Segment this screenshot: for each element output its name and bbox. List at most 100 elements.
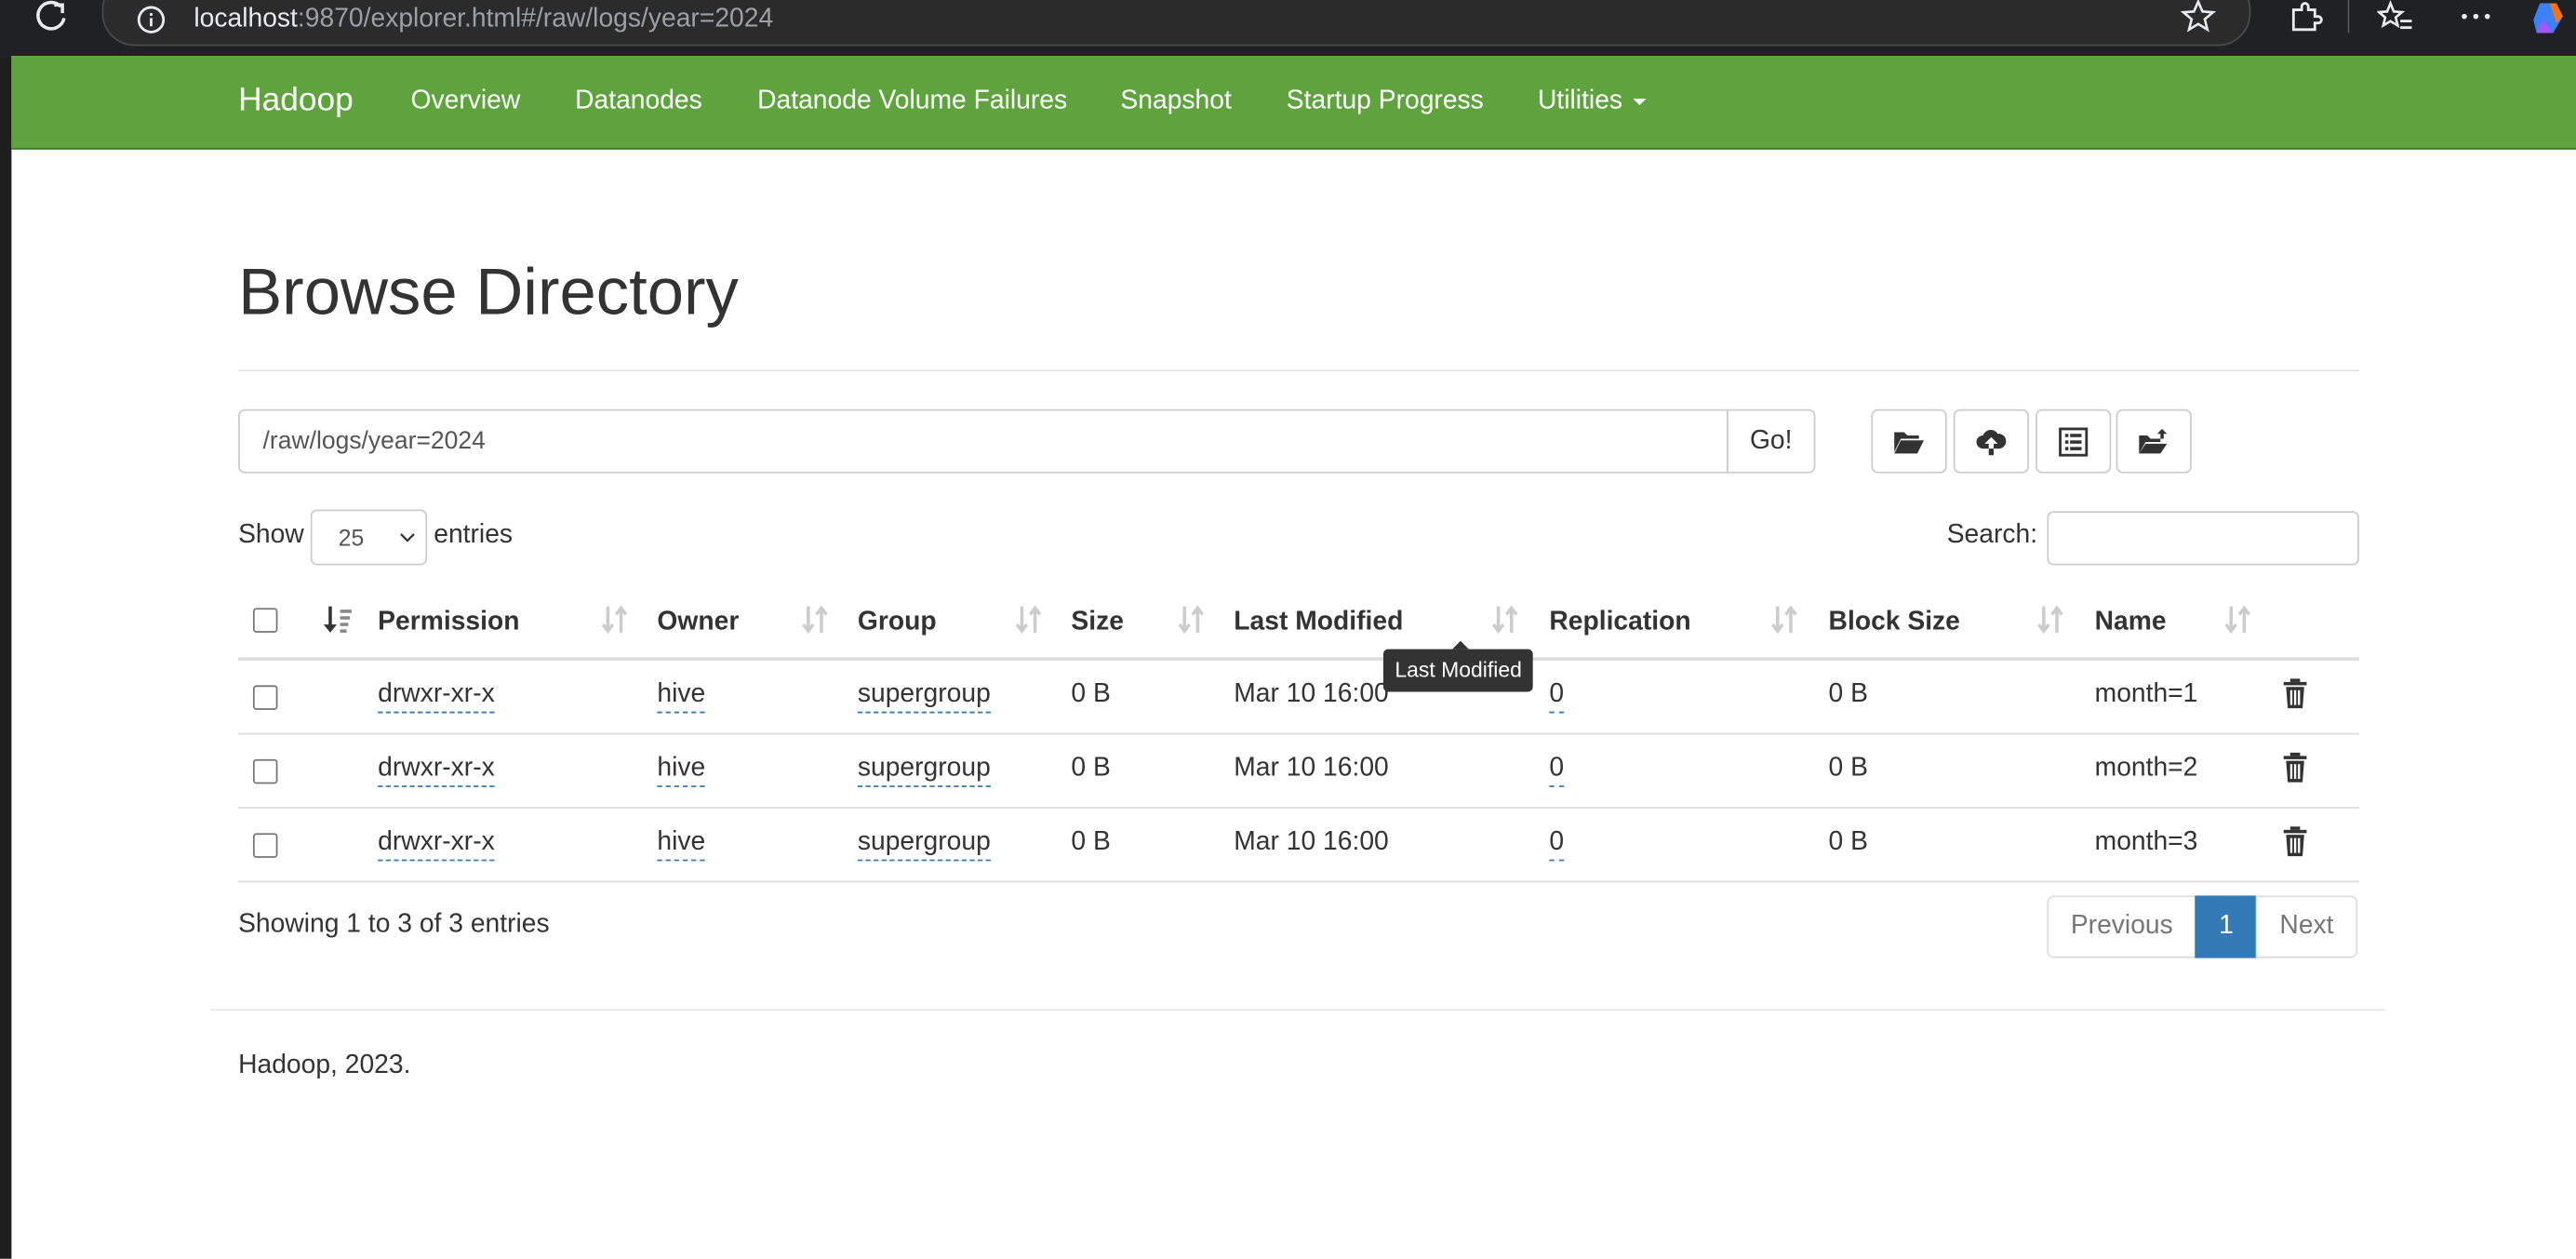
sort-both-icon[interactable] — [1176, 603, 1206, 636]
page-title: Browse Directory — [238, 256, 739, 329]
group-cell[interactable]: supergroup — [857, 828, 991, 862]
brand-link[interactable]: Hadoop — [238, 82, 354, 120]
size-cell: 0 B — [1071, 680, 1111, 709]
cut-paste-button[interactable] — [2035, 409, 2112, 474]
entries-select-value: 25 — [338, 524, 365, 551]
group-cell[interactable]: supergroup — [857, 680, 991, 714]
trash-icon[interactable] — [2282, 751, 2308, 784]
sort-both-icon[interactable] — [1014, 603, 1044, 636]
column-header-permission[interactable]: Permission — [378, 608, 519, 637]
row-checkbox[interactable] — [252, 685, 278, 710]
replication-cell[interactable]: 0 — [1549, 755, 1565, 787]
entries-per-page-select[interactable]: 25 — [310, 509, 428, 566]
search-label: Search: — [1946, 520, 2038, 549]
url-text[interactable]: localhost:9870/explorer.html#/raw/logs/y… — [194, 5, 773, 34]
reload-icon[interactable] — [33, 0, 69, 36]
entries-label: entries — [434, 520, 514, 549]
caret-down-icon — [1632, 98, 1646, 105]
nav-datanodes[interactable]: Datanodes — [575, 87, 702, 117]
cloud-upload-icon — [1976, 429, 2007, 455]
sort-amount-icon[interactable] — [323, 603, 354, 636]
nav-utilities-dropdown[interactable]: Utilities — [1538, 87, 1646, 117]
tooltip: Last Modified — [1382, 640, 1534, 692]
window-edge — [0, 56, 12, 1259]
column-header-group[interactable]: Group — [858, 608, 937, 637]
footer-text: Hadoop, 2023. — [238, 1051, 411, 1080]
pagination: Previous 1 Next — [2047, 895, 2358, 958]
sort-both-icon[interactable] — [2035, 603, 2065, 636]
create-directory-button[interactable] — [1871, 409, 1947, 474]
permission-cell[interactable]: drwxr-xr-x — [378, 680, 495, 714]
trash-icon[interactable] — [2282, 825, 2308, 858]
sort-both-icon[interactable] — [800, 603, 830, 636]
footer-divider — [210, 1009, 2386, 1011]
chevron-down-icon — [400, 533, 415, 542]
owner-cell[interactable]: hive — [657, 755, 706, 787]
name-link[interactable]: month=1 — [2095, 680, 2198, 710]
sort-both-icon[interactable] — [600, 603, 630, 636]
upload-files-button[interactable] — [1953, 409, 2030, 474]
url-host: localhost — [194, 5, 298, 33]
block-size-cell: 0 B — [1828, 754, 1868, 783]
column-header-block-size[interactable]: Block Size — [1829, 608, 1960, 637]
column-header-size[interactable]: Size — [1071, 608, 1124, 637]
column-header-name[interactable]: Name — [2095, 608, 2167, 637]
row-checkbox[interactable] — [252, 833, 278, 858]
folder-open-icon — [1894, 431, 1924, 453]
permission-cell[interactable]: drwxr-xr-x — [378, 828, 495, 862]
search-input[interactable] — [2047, 511, 2359, 566]
more-options-icon[interactable] — [2458, 0, 2494, 36]
nav-datanode-volume-failures[interactable]: Datanode Volume Failures — [757, 87, 1067, 117]
size-cell: 0 B — [1071, 828, 1111, 857]
owner-cell[interactable]: hive — [657, 680, 706, 714]
select-all-checkbox[interactable] — [252, 608, 278, 633]
folder-paste-icon — [2139, 428, 2168, 453]
browser-toolbar: localhost:9870/explorer.html#/raw/logs/y… — [0, 0, 2576, 57]
column-header-owner[interactable]: Owner — [657, 608, 739, 637]
paste-button[interactable] — [2116, 409, 2192, 474]
site-info-icon[interactable] — [137, 5, 167, 34]
table-row: drwxr-xr-x hive supergroup 0 B Mar 10 16… — [238, 809, 2359, 883]
nav-utilities-label: Utilities — [1537, 87, 1623, 115]
trash-icon[interactable] — [2282, 677, 2308, 710]
name-link[interactable]: month=2 — [2095, 755, 2198, 784]
sort-both-icon[interactable] — [1490, 603, 1520, 636]
nav-startup-progress[interactable]: Startup Progress — [1287, 87, 1484, 117]
extensions-icon[interactable] — [2287, 0, 2323, 36]
title-divider — [238, 369, 2359, 372]
last-modified-cell: Mar 10 16:00 — [1234, 754, 1389, 783]
sort-both-icon[interactable] — [1769, 603, 1799, 636]
name-link[interactable]: month=3 — [2095, 828, 2198, 858]
top-navbar: Hadoop Overview Datanodes Datanode Volum… — [11, 56, 2576, 150]
copilot-icon[interactable] — [2530, 0, 2567, 36]
favorite-star-icon[interactable] — [2180, 0, 2217, 34]
table-row: drwxr-xr-x hive supergroup 0 B Mar 10 16… — [238, 661, 2359, 735]
go-button[interactable]: Go! — [1727, 409, 1816, 474]
block-size-cell: 0 B — [1828, 680, 1868, 709]
replication-cell[interactable]: 0 — [1549, 680, 1565, 714]
address-bar[interactable]: localhost:9870/explorer.html#/raw/logs/y… — [101, 0, 2251, 47]
size-cell: 0 B — [1071, 754, 1111, 783]
permission-cell[interactable]: drwxr-xr-x — [378, 755, 495, 787]
page-number-button[interactable]: 1 — [2195, 895, 2258, 958]
table-header-row: Permission Owner Group Size Last Modifie… — [238, 585, 2359, 661]
url-path: :9870/explorer.html#/raw/logs/year=2024 — [297, 5, 774, 33]
block-size-cell: 0 B — [1828, 828, 1868, 857]
column-header-replication[interactable]: Replication — [1549, 608, 1690, 637]
last-modified-cell: Mar 10 16:00 — [1234, 680, 1389, 709]
replication-cell[interactable]: 0 — [1549, 828, 1565, 862]
column-header-last-modified[interactable]: Last Modified — [1234, 608, 1403, 637]
directory-path-input[interactable] — [238, 409, 1728, 474]
sort-both-icon[interactable] — [2222, 603, 2252, 636]
previous-page-button[interactable]: Previous — [2047, 895, 2197, 958]
nav-snapshot[interactable]: Snapshot — [1120, 87, 1231, 117]
list-alt-icon — [2059, 426, 2089, 456]
favorites-list-icon[interactable] — [2377, 0, 2413, 36]
row-checkbox[interactable] — [252, 758, 278, 784]
table-row: drwxr-xr-x hive supergroup 0 B Mar 10 16… — [238, 734, 2359, 809]
group-cell[interactable]: supergroup — [857, 755, 991, 787]
owner-cell[interactable]: hive — [657, 828, 706, 862]
next-page-button[interactable]: Next — [2255, 895, 2358, 958]
table-info-text: Showing 1 to 3 of 3 entries — [238, 910, 550, 939]
nav-overview[interactable]: Overview — [411, 87, 521, 117]
